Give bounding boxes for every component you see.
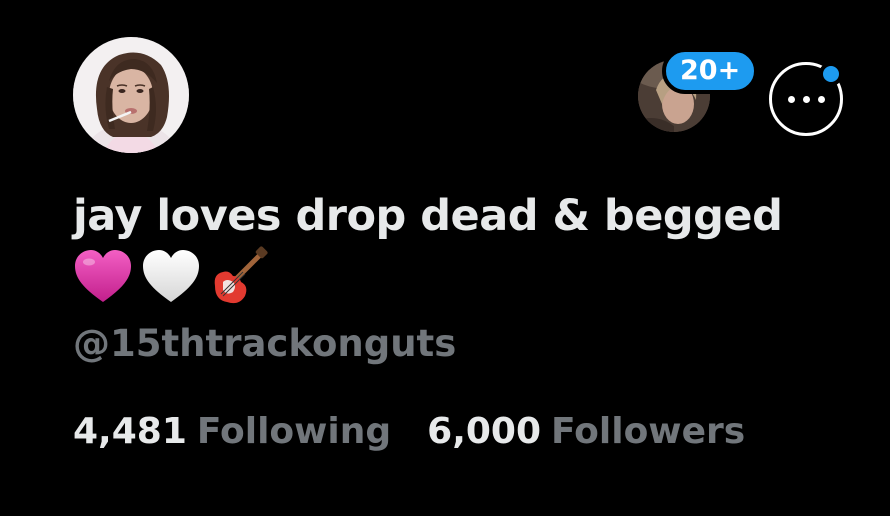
pink-heart-icon bbox=[75, 250, 131, 302]
avatar-photo bbox=[73, 37, 189, 153]
more-icon bbox=[772, 96, 840, 103]
display-name: jay loves drop dead & begged bbox=[73, 191, 783, 241]
profile-handle: @15thtrackonguts bbox=[73, 322, 457, 365]
notification-dot bbox=[819, 62, 843, 86]
following-count: 4,481 bbox=[73, 411, 187, 452]
follow-stats: 4,481 Following 6,000 Followers bbox=[73, 408, 745, 456]
white-heart-icon bbox=[143, 250, 199, 302]
followers-count: 6,000 bbox=[427, 411, 542, 452]
followers-stat-link[interactable]: 6,000 Followers bbox=[427, 408, 745, 456]
following-label: Following bbox=[196, 411, 392, 452]
profile-header: 20+ jay loves drop dead & begged @15thtr… bbox=[0, 0, 890, 516]
following-stat-link[interactable]: 4,481 Following bbox=[73, 408, 391, 456]
followers-label: Followers bbox=[551, 411, 746, 452]
name-emoji-row bbox=[73, 244, 269, 308]
guitar-icon bbox=[214, 246, 268, 304]
notification-count-badge[interactable]: 20+ bbox=[662, 48, 759, 94]
profile-avatar[interactable] bbox=[73, 37, 189, 153]
